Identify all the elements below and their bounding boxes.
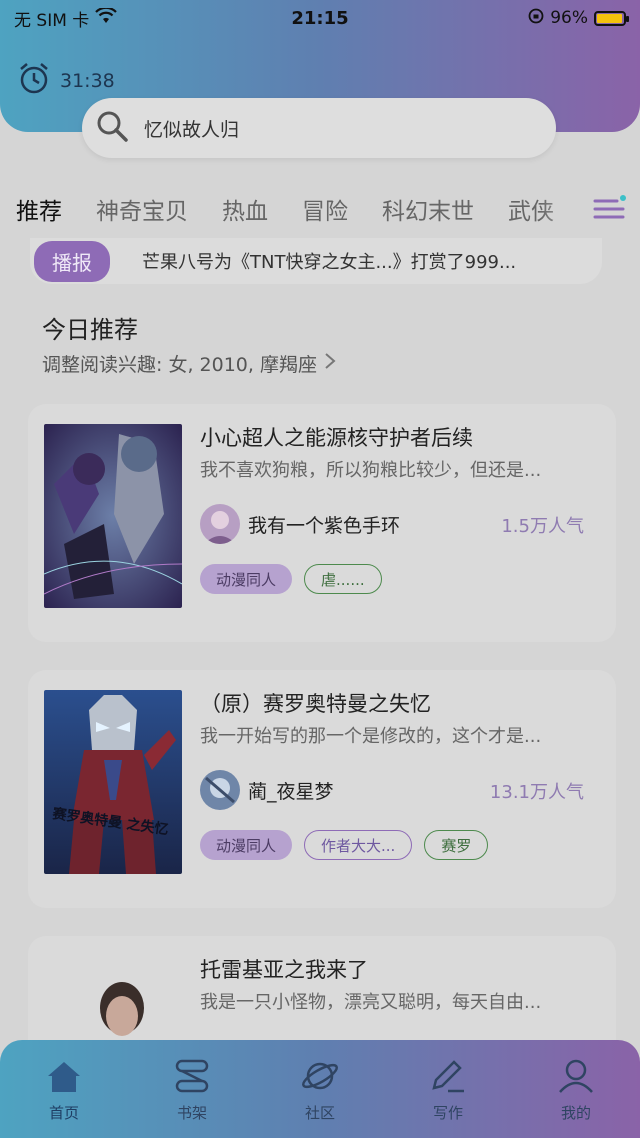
popularity-count: 1.5万人气	[501, 516, 584, 537]
search-text: 忆似故人归	[144, 118, 240, 141]
clock: 21:15	[291, 7, 349, 29]
rotation-lock-icon	[528, 8, 544, 29]
broadcast-badge: 播报	[34, 240, 110, 282]
tag[interactable]: 动漫同人	[200, 564, 293, 594]
search-bar[interactable]: 忆似故人归	[82, 98, 556, 158]
nav-home[interactable]: 首页	[0, 1040, 128, 1138]
book-cover: 赛罗奥特曼 之失忆	[44, 690, 182, 874]
home-icon	[44, 1058, 84, 1102]
nav-write[interactable]: 写作	[384, 1040, 512, 1138]
tag[interactable]: 虐......	[304, 564, 382, 594]
category-tabs: 推荐 神奇宝贝 热血 冒险 科幻末世 武侠	[0, 184, 640, 234]
book-title: 托雷基亚之我来了	[200, 958, 368, 982]
author-info[interactable]: 我有一个紫色手环	[200, 504, 400, 544]
author-info[interactable]: 蔺_夜星梦	[200, 770, 334, 810]
book-description: 我不喜欢狗粮，所以狗粮比较少，但还是...	[200, 460, 542, 481]
tab-adventure[interactable]: 冒险	[302, 192, 348, 226]
timer-value: 31:38	[60, 69, 115, 92]
book-description: 我是一只小怪物，漂亮又聪明，每天自由...	[200, 992, 542, 1013]
book-card[interactable]: 赛罗奥特曼 之失忆 （原）赛罗奥特曼之失忆 我一开始写的那一个是修改的，这个才是…	[28, 670, 616, 908]
battery-icon	[594, 10, 629, 26]
wifi-icon	[95, 6, 118, 29]
avatar	[200, 770, 240, 810]
author-name: 蔺_夜星梦	[248, 780, 334, 803]
nav-bookshelf[interactable]: 书架	[128, 1040, 256, 1138]
tab-hot-blood[interactable]: 热血	[222, 192, 268, 226]
pen-icon	[428, 1058, 468, 1102]
avatar	[200, 504, 240, 544]
section-title: 今日推荐	[42, 316, 138, 344]
reading-timer[interactable]: 31:38	[16, 60, 115, 101]
bookshelf-icon	[172, 1058, 212, 1102]
tag[interactable]: 动漫同人	[200, 830, 293, 860]
tabs-fade	[540, 184, 590, 234]
author-name: 我有一个紫色手环	[248, 514, 401, 537]
nav-label: 写作	[432, 1104, 463, 1122]
carrier-label: 无 SIM 卡	[14, 10, 90, 31]
tag-list: 动漫同人 虐......	[200, 564, 382, 594]
book-description: 我一开始写的那一个是修改的，这个才是...	[200, 726, 542, 747]
broadcast-text: 芒果八号为《TNT快穿之女主...》打赏了999...	[142, 252, 517, 273]
bottom-navigation: 首页 书架 社区 写作 我的	[0, 1040, 640, 1138]
tag-list: 动漫同人 作者大大... 赛罗	[200, 830, 489, 860]
nav-community[interactable]: 社区	[256, 1040, 384, 1138]
planet-icon	[300, 1058, 340, 1102]
tab-recommend[interactable]: 推荐	[16, 192, 62, 226]
interest-settings-text: 调整阅读兴趣: 女, 2010, 摩羯座	[42, 354, 317, 376]
book-title: （原）赛罗奥特曼之失忆	[200, 692, 431, 716]
interest-settings-link[interactable]: 调整阅读兴趣: 女, 2010, 摩羯座	[42, 350, 337, 377]
popularity-count: 13.1万人气	[489, 782, 584, 803]
user-icon	[556, 1058, 596, 1102]
nav-label: 首页	[48, 1104, 79, 1122]
menu-icon	[593, 193, 627, 227]
tab-scifi[interactable]: 科幻末世	[382, 192, 474, 226]
broadcast-ticker[interactable]: 播报 芒果八号为《TNT快穿之女主...》打赏了999...	[30, 238, 602, 284]
book-cover	[44, 424, 182, 608]
book-card[interactable]: 小心超人之能源核守护者后续 我不喜欢狗粮，所以狗粮比较少，但还是... 我有一个…	[28, 404, 616, 642]
nav-label: 我的	[560, 1104, 591, 1122]
book-title: 小心超人之能源核守护者后续	[200, 426, 473, 450]
status-bar: 无 SIM 卡 21:15 96%	[0, 0, 640, 36]
nav-label: 社区	[304, 1104, 335, 1122]
alarm-clock-icon	[16, 60, 52, 101]
search-icon	[94, 108, 130, 148]
tag[interactable]: 赛罗	[424, 830, 489, 860]
battery-percent: 96%	[550, 8, 588, 28]
tag[interactable]: 作者大大...	[304, 830, 413, 860]
tab-pokemon[interactable]: 神奇宝贝	[96, 192, 188, 226]
tab-menu-button[interactable]	[590, 190, 630, 230]
nav-profile[interactable]: 我的	[512, 1040, 640, 1138]
nav-label: 书架	[176, 1104, 207, 1122]
chevron-right-icon	[323, 351, 337, 376]
